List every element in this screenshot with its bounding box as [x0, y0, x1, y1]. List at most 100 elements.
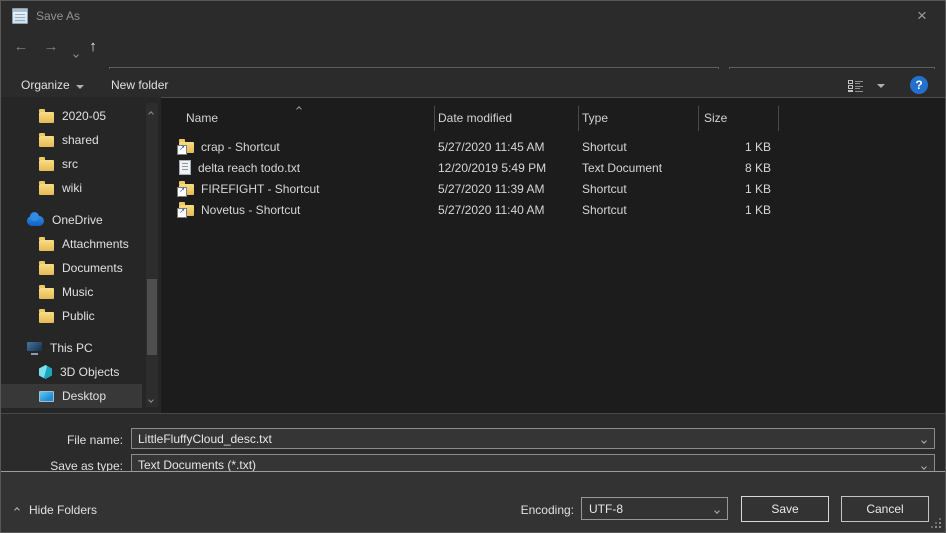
sidebar-item-label: Attachments — [62, 237, 129, 251]
folder-icon — [39, 288, 54, 299]
pc-icon — [27, 342, 42, 351]
file-name: FIREFIGHT - Shortcut — [201, 182, 319, 196]
folder-icon — [39, 160, 54, 171]
file-date-modified: 5/27/2020 11:39 AM — [438, 182, 545, 196]
navigation-row: ← → ↑ This PC Desktop ↻ — [1, 31, 945, 69]
sidebar-item[interactable]: OneDrive — [1, 208, 142, 232]
scroll-down-icon[interactable] — [149, 391, 153, 405]
sidebar-scrollbar[interactable] — [146, 103, 158, 407]
folder-shortcut-icon — [179, 205, 194, 216]
folder-icon — [39, 240, 54, 251]
folder-shortcut-icon — [179, 184, 194, 195]
desktop-icon — [39, 391, 54, 402]
file-name-input[interactable] — [138, 432, 916, 446]
file-type: Shortcut — [582, 182, 627, 196]
folder-icon — [39, 136, 54, 147]
sidebar-item[interactable]: 2020-05 — [1, 104, 142, 128]
sidebar-item[interactable]: Music — [1, 280, 142, 304]
file-name: crap - Shortcut — [201, 140, 280, 154]
sidebar-item-label: This PC — [50, 341, 93, 355]
file-size: 8 KB — [698, 161, 771, 175]
sidebar-item[interactable]: Attachments — [1, 232, 142, 256]
file-rows: crap - Shortcut 5/27/2020 11:45 AM Short… — [161, 136, 945, 413]
view-dropdown-icon[interactable] — [877, 84, 885, 88]
sidebar-item[interactable]: Public — [1, 304, 142, 328]
cube-icon — [39, 365, 52, 379]
file-list-pane: Name Date modified Type Size crap - Shor… — [161, 97, 945, 413]
table-row[interactable]: Novetus - Shortcut 5/27/2020 11:40 AM Sh… — [161, 199, 945, 220]
hide-folders-button[interactable]: Hide Folders — [15, 503, 97, 517]
table-row[interactable]: crap - Shortcut 5/27/2020 11:45 AM Short… — [161, 136, 945, 157]
sidebar-item-label: src — [62, 157, 78, 171]
help-icon[interactable]: ? — [910, 76, 928, 94]
sidebar-item[interactable]: Desktop — [1, 384, 142, 408]
sidebar-item[interactable]: Documents — [1, 256, 142, 280]
chevron-down-icon[interactable] — [922, 432, 926, 446]
save-button[interactable]: Save — [741, 496, 829, 522]
window-title: Save As — [36, 9, 80, 23]
sidebar-item-label: wiki — [62, 181, 82, 195]
file-type: Shortcut — [582, 203, 627, 217]
sidebar-item-label: shared — [62, 133, 99, 147]
back-button[interactable]: ← — [9, 38, 33, 55]
resize-grip[interactable] — [939, 526, 941, 528]
encoding-value: UTF-8 — [589, 502, 715, 516]
folder-icon — [39, 312, 54, 323]
chevron-down-icon[interactable] — [922, 458, 926, 472]
sidebar-item-label: OneDrive — [52, 213, 103, 227]
scroll-up-icon[interactable] — [149, 105, 153, 119]
table-row[interactable]: delta reach todo.txt 12/20/2019 5:49 PM … — [161, 157, 945, 178]
file-type: Text Document — [582, 161, 662, 175]
chevron-down-icon — [76, 85, 84, 89]
scrollbar-thumb[interactable] — [147, 279, 157, 355]
folder-shortcut-icon — [179, 142, 194, 153]
column-header-type[interactable]: Type — [582, 111, 608, 125]
sidebar-item-label: Public — [62, 309, 95, 323]
sidebar-item[interactable]: src — [1, 152, 142, 176]
cancel-button[interactable]: Cancel — [841, 496, 929, 522]
encoding-select[interactable]: UTF-8 — [581, 497, 728, 520]
forward-button[interactable]: → — [39, 38, 63, 55]
column-header-date-modified[interactable]: Date modified — [438, 111, 512, 125]
file-size: 1 KB — [698, 182, 771, 196]
column-headers: Name Date modified Type Size — [161, 105, 945, 131]
file-name-field[interactable] — [131, 428, 935, 449]
file-size: 1 KB — [698, 140, 771, 154]
sidebar-item[interactable]: wiki — [1, 176, 142, 200]
organize-button[interactable]: Organize — [21, 78, 84, 92]
notepad-icon — [12, 8, 28, 24]
file-size: 1 KB — [698, 203, 771, 217]
filename-panel: File name: Save as type: Text Documents … — [1, 413, 945, 471]
folder-tree-sidebar: 2020-05 shared src wiki OneDrive Attachm… — [1, 97, 161, 413]
encoding-label: Encoding: — [481, 503, 574, 517]
sidebar-item-label: Music — [62, 285, 93, 299]
folder-icon — [39, 112, 54, 123]
up-button[interactable]: ↑ — [81, 38, 105, 55]
file-type: Shortcut — [582, 140, 627, 154]
chevron-up-icon — [14, 507, 20, 513]
sidebar-item-label: 2020-05 — [62, 109, 106, 123]
cloud-icon — [27, 216, 44, 226]
sidebar-item[interactable]: 3D Objects — [1, 360, 142, 384]
save-as-type-value: Text Documents (*.txt) — [138, 458, 916, 472]
sidebar-item[interactable]: This PC — [1, 336, 142, 360]
column-header-size[interactable]: Size — [704, 111, 727, 125]
details-view-icon[interactable] — [847, 79, 865, 93]
table-row[interactable]: FIREFIGHT - Shortcut 5/27/2020 11:39 AM … — [161, 178, 945, 199]
folder-icon — [39, 264, 54, 275]
sidebar-item-label: Desktop — [62, 389, 106, 403]
sidebar-item-label: 3D Objects — [60, 365, 119, 379]
sidebar-item[interactable]: shared — [1, 128, 142, 152]
file-name: delta reach todo.txt — [198, 161, 300, 175]
column-header-name[interactable]: Name — [186, 111, 218, 125]
new-folder-button[interactable]: New folder — [111, 78, 168, 92]
dialog-footer: Hide Folders Encoding: UTF-8 Save Cancel — [1, 471, 945, 532]
file-date-modified: 5/27/2020 11:40 AM — [438, 203, 545, 217]
chevron-down-icon — [715, 502, 719, 516]
save-as-dialog: Save As × ← → ↑ This PC Desktop ↻ Organi… — [0, 0, 946, 533]
file-name-label: File name: — [1, 433, 123, 447]
title-bar[interactable]: Save As × — [1, 1, 945, 31]
close-icon[interactable]: × — [907, 4, 937, 28]
file-date-modified: 5/27/2020 11:45 AM — [438, 140, 545, 154]
file-date-modified: 12/20/2019 5:49 PM — [438, 161, 546, 175]
